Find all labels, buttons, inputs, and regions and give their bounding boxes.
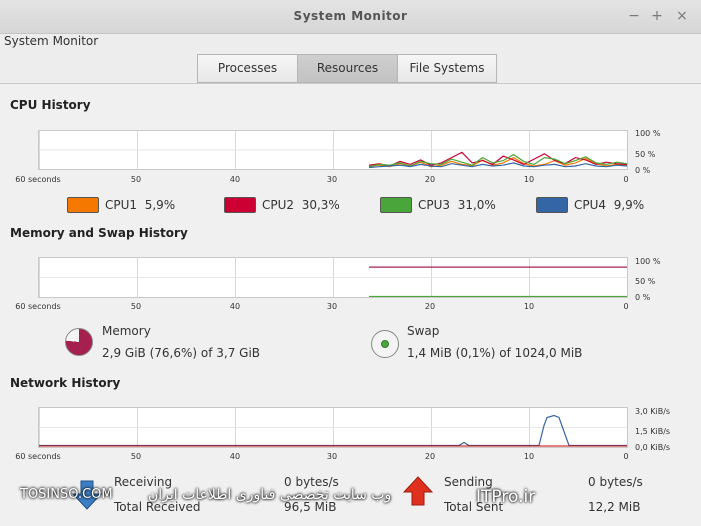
grid [39, 258, 627, 297]
x-label: 30 [326, 452, 338, 461]
memory-info: Memory 2,9 GiB (76,6%) of 3,7 GiB [102, 324, 260, 360]
y-label: 0,0 KiB/s [635, 443, 671, 452]
x-label: 10 [523, 302, 535, 311]
total-sent-value: 12,2 MiB [588, 500, 641, 514]
x-label: 60 seconds [15, 175, 61, 184]
cpu-history-graph [38, 130, 628, 170]
cpu4-label: CPU4 9,9% [574, 198, 645, 212]
swap-indicator [381, 340, 389, 348]
y-label: 50 % [635, 277, 656, 286]
y-label: 0 % [635, 293, 651, 302]
cpu2-label: CPU2 30,3% [262, 198, 340, 212]
resources-panel: CPU History 60 seconds 50 40 30 20 10 0 … [0, 83, 701, 526]
memory-history-graph [38, 257, 628, 298]
minimize-button[interactable]: − [626, 8, 642, 24]
y-label: 0 % [635, 166, 651, 175]
cpu2-legend: CPU2 30,3% [224, 197, 340, 213]
watermark-middle: وب سایت تخصصی فناوری اطلاعات ایران [148, 487, 392, 503]
maximize-button[interactable]: + [649, 8, 665, 24]
swap-info: Swap 1,4 MiB (0,1%) of 1024,0 MiB [407, 324, 582, 360]
memory-x-axis: 60 seconds 50 40 30 20 10 0 [0, 302, 701, 314]
x-label: 30 [326, 175, 338, 184]
x-label: 40 [229, 452, 241, 461]
tab-resources[interactable]: Resources [297, 54, 398, 83]
cpu1-label: CPU1 5,9% [105, 198, 176, 212]
cpu1-legend: CPU1 5,9% [67, 197, 175, 213]
x-label: 20 [424, 302, 436, 311]
cpu-history-title: CPU History [10, 98, 91, 112]
x-label: 50 [130, 302, 142, 311]
swap-value: 1,4 MiB (0,1%) of 1024,0 MiB [407, 346, 583, 360]
cpu1-color-button[interactable] [67, 197, 99, 213]
tab-bar: Processes Resources File Systems [197, 54, 497, 83]
watermark-left: TOSINSO.COM [20, 487, 113, 502]
memory-pie-button[interactable] [65, 328, 93, 356]
y-label: 3,0 KiB/s [635, 407, 671, 416]
cpu3-legend: CPU3 31,0% [380, 197, 496, 213]
y-label: 100 % [635, 129, 661, 138]
x-label: 10 [523, 175, 535, 184]
cpu3-label: CPU3 31,0% [418, 198, 496, 212]
close-button[interactable]: × [674, 8, 690, 24]
memory-history-plot [39, 258, 627, 297]
x-label: 40 [229, 175, 241, 184]
tab-processes[interactable]: Processes [197, 54, 298, 83]
x-label: 50 [130, 452, 142, 461]
cpu4-color-button[interactable] [536, 197, 568, 213]
memory-value: 2,9 GiB (76,6%) of 3,7 GiB [102, 346, 261, 360]
x-label: 50 [130, 175, 142, 184]
swap-label: Swap [407, 324, 440, 338]
cpu-x-axis: 60 seconds 50 40 30 20 10 0 [0, 175, 701, 187]
x-label: 20 [424, 452, 436, 461]
swap-pie-button[interactable] [371, 330, 399, 358]
window-title: System Monitor [293, 9, 408, 23]
menu-bar: System Monitor [0, 34, 701, 54]
title-bar[interactable]: System Monitor − + × [0, 0, 701, 34]
x-label: 10 [523, 452, 535, 461]
x-label: 0 [623, 302, 629, 311]
tab-file-systems[interactable]: File Systems [397, 54, 497, 83]
x-label: 60 seconds [15, 452, 61, 461]
network-history-graph [38, 407, 628, 448]
x-label: 40 [229, 302, 241, 311]
watermark-right: ITPro.ir [476, 487, 536, 507]
grid [39, 408, 627, 447]
memory-history-title: Memory and Swap History [10, 226, 188, 240]
network-history-plot [39, 408, 627, 447]
y-label: 100 % [635, 257, 661, 266]
x-label: 30 [326, 302, 338, 311]
network-x-axis: 60 seconds 50 40 30 20 10 0 [0, 452, 701, 464]
sending-color-button[interactable] [403, 476, 433, 506]
x-label: 0 [623, 175, 629, 184]
app-menu[interactable]: System Monitor [4, 34, 98, 48]
cpu3-color-button[interactable] [380, 197, 412, 213]
x-label: 0 [623, 452, 629, 461]
sending-rate: 0 bytes/s [588, 475, 643, 489]
cpu-history-plot [39, 131, 627, 169]
cpu2-color-button[interactable] [224, 197, 256, 213]
x-label: 60 seconds [15, 302, 61, 311]
network-history-title: Network History [10, 376, 121, 390]
x-label: 20 [424, 175, 436, 184]
grid [39, 131, 627, 169]
y-label: 50 % [635, 150, 656, 159]
y-label: 1,5 KiB/s [635, 427, 671, 436]
memory-label: Memory [102, 324, 151, 338]
cpu4-legend: CPU4 9,9% [536, 197, 644, 213]
